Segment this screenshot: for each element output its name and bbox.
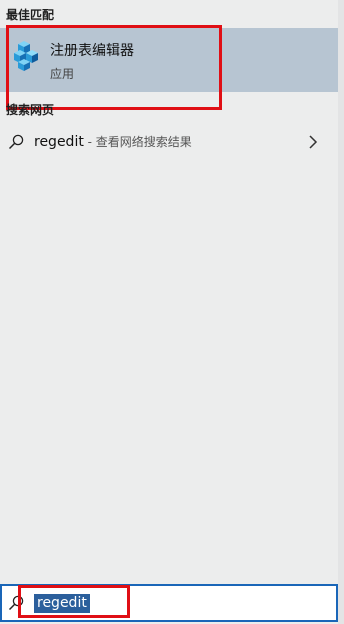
- search-icon: [8, 595, 24, 611]
- best-match-heading: 最佳匹配: [6, 8, 55, 22]
- search-box[interactable]: regedit: [0, 584, 338, 622]
- search-input[interactable]: regedit: [34, 594, 90, 613]
- web-search-result[interactable]: regedit - 查看网络搜索结果: [0, 128, 338, 156]
- search-results-panel: 最佳匹配 注册表编辑器 应用 搜索网页 regedit - 查看网络搜索结果 r…: [0, 0, 344, 624]
- web-result-text: regedit - 查看网络搜索结果: [34, 133, 192, 150]
- web-result-query: regedit: [34, 134, 84, 150]
- search-icon: [8, 134, 24, 150]
- registry-editor-icon: [14, 41, 38, 71]
- best-match-result[interactable]: 注册表编辑器 应用: [0, 28, 338, 92]
- web-result-suffix: - 查看网络搜索结果: [83, 135, 192, 149]
- app-type: 应用: [50, 67, 75, 81]
- app-name: 注册表编辑器: [50, 43, 134, 59]
- web-search-heading: 搜索网页: [6, 103, 55, 117]
- scrollbar-track[interactable]: [338, 0, 344, 624]
- chevron-right-icon[interactable]: [308, 134, 318, 150]
